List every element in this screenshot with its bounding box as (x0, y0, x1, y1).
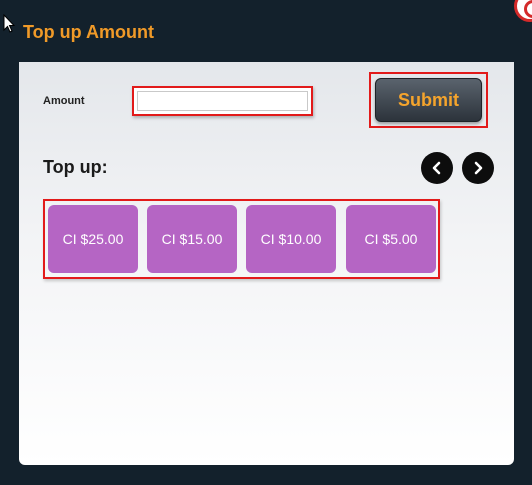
topup-heading: Top up: (43, 157, 108, 177)
mouse-pointer-icon (3, 14, 15, 33)
topup-options-highlight: CI $25.00 CI $15.00 CI $10.00 CI $5.00 (43, 199, 440, 279)
topup-option-25[interactable]: CI $25.00 (48, 205, 138, 273)
chevron-left-icon (432, 161, 441, 175)
dialog-title: Top up Amount (23, 22, 154, 42)
topup-option-15[interactable]: CI $15.00 (147, 205, 237, 273)
app-logo-icon (514, 0, 532, 22)
chevron-right-icon (474, 161, 483, 175)
amount-label: Amount (43, 95, 85, 107)
topup-option-5[interactable]: CI $5.00 (346, 205, 436, 273)
topup-panel: Amount Submit Top up: CI $25.00 CI $15.0… (19, 62, 514, 465)
submit-button[interactable]: Submit (375, 78, 482, 122)
amount-input[interactable] (137, 91, 308, 111)
amount-field-highlight (132, 86, 313, 116)
previous-button[interactable] (421, 152, 453, 184)
topup-option-10[interactable]: CI $10.00 (246, 205, 336, 273)
submit-button-highlight: Submit (369, 72, 488, 128)
next-button[interactable] (462, 152, 494, 184)
